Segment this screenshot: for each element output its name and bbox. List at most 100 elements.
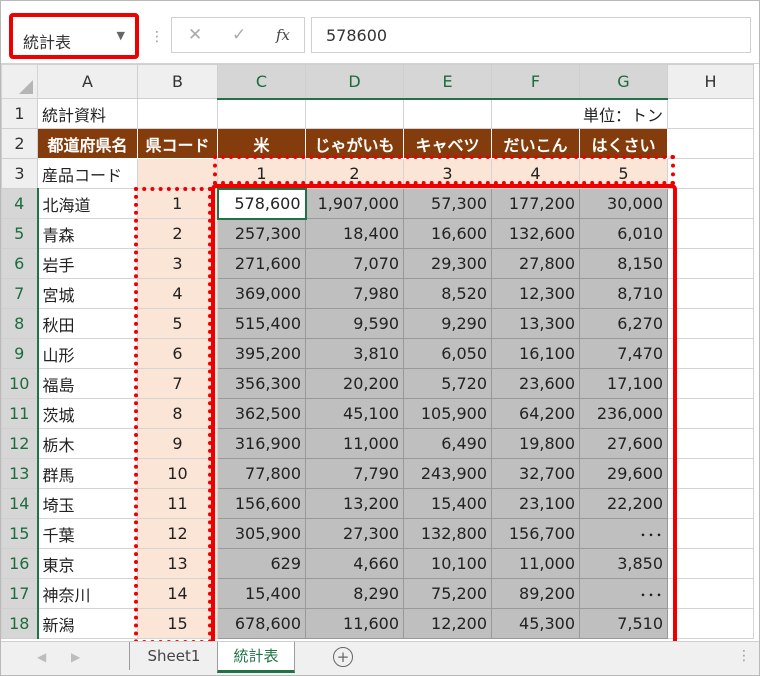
prefecture-code-cell[interactable]: 6 — [137, 338, 218, 369]
data-cell[interactable]: 23,100 — [491, 488, 580, 519]
data-cell[interactable]: 20,200 — [305, 368, 404, 399]
prefecture-cell[interactable]: 群馬 — [37, 458, 138, 489]
data-cell[interactable]: 6,050 — [403, 338, 492, 369]
prefecture-code-cell[interactable]: 8 — [137, 398, 218, 429]
data-cell[interactable]: 11,000 — [305, 428, 404, 459]
data-cell[interactable]: 6,270 — [579, 308, 668, 339]
data-cell[interactable]: 1,907,000 — [305, 188, 404, 219]
data-cell[interactable]: 7,980 — [305, 278, 404, 309]
cell-h-empty[interactable] — [667, 578, 754, 609]
data-cell[interactable]: 17,100 — [579, 368, 668, 399]
data-cell[interactable]: 27,800 — [491, 248, 580, 279]
data-cell[interactable]: 27,300 — [305, 518, 404, 549]
data-cell[interactable]: 16,600 — [403, 218, 492, 249]
cell-product-code-label[interactable]: 産品コード — [37, 158, 138, 189]
cell-h3[interactable] — [667, 158, 754, 189]
data-cell[interactable]: 18,400 — [305, 218, 404, 249]
prefecture-code-cell[interactable]: 3 — [137, 248, 218, 279]
insert-function-icon[interactable]: fx — [276, 26, 290, 44]
data-cell[interactable]: 7,070 — [305, 248, 404, 279]
data-cell[interactable]: 15,400 — [403, 488, 492, 519]
row-header-2[interactable]: 2 — [1, 128, 38, 159]
tab-sheet1[interactable]: Sheet1 — [129, 642, 218, 670]
column-header-a[interactable]: A — [37, 64, 138, 99]
data-cell[interactable]: 89,200 — [491, 578, 580, 609]
data-cell[interactable]: 257,300 — [217, 218, 306, 249]
data-cell[interactable]: 29,300 — [403, 248, 492, 279]
header-cell[interactable]: だいこん — [491, 128, 580, 159]
prefecture-cell[interactable]: 埼玉 — [37, 488, 138, 519]
data-cell[interactable]: 13,300 — [491, 308, 580, 339]
data-cell[interactable]: 10,100 — [403, 548, 492, 579]
prefecture-cell[interactable]: 新潟 — [37, 608, 138, 639]
column-header-d[interactable]: D — [305, 64, 404, 100]
cell-h-empty[interactable] — [667, 368, 754, 399]
header-cell[interactable]: キャベツ — [403, 128, 492, 159]
data-cell[interactable]: ･･･ — [579, 578, 668, 609]
row-header[interactable]: 4 — [1, 188, 39, 219]
prefecture-code-cell[interactable]: 2 — [137, 218, 218, 249]
prefecture-cell[interactable]: 福島 — [37, 368, 138, 399]
data-cell[interactable]: 395,200 — [217, 338, 306, 369]
data-cell[interactable]: 8,520 — [403, 278, 492, 309]
data-cell[interactable]: 29,600 — [579, 458, 668, 489]
prefecture-code-cell[interactable]: 5 — [137, 308, 218, 339]
data-cell[interactable]: 7,470 — [579, 338, 668, 369]
cell-empty[interactable] — [137, 98, 218, 129]
cell-h2[interactable] — [667, 128, 754, 159]
cell-h-empty[interactable] — [667, 188, 754, 219]
name-box[interactable]: 統計表 ▼ — [9, 13, 139, 59]
data-cell[interactable]: 132,600 — [491, 218, 580, 249]
cell-h-empty[interactable] — [667, 458, 754, 489]
data-cell[interactable]: 271,600 — [217, 248, 306, 279]
header-cell[interactable]: はくさい — [579, 128, 668, 159]
tab-statistics[interactable]: 統計表 — [217, 642, 295, 673]
data-cell[interactable]: 678,600 — [217, 608, 306, 639]
prefecture-code-cell[interactable]: 4 — [137, 278, 218, 309]
column-header-f[interactable]: F — [491, 64, 580, 100]
prefecture-cell[interactable]: 秋田 — [37, 308, 138, 339]
header-cell[interactable]: じゃがいも — [305, 128, 404, 159]
prefecture-code-cell[interactable]: 1 — [137, 188, 218, 219]
data-cell[interactable]: 132,800 — [403, 518, 492, 549]
data-cell[interactable]: 75,200 — [403, 578, 492, 609]
data-cell[interactable]: 32,700 — [491, 458, 580, 489]
prefecture-code-cell[interactable]: 13 — [137, 548, 218, 579]
data-cell[interactable]: 515,400 — [217, 308, 306, 339]
formula-input[interactable]: 578600 — [311, 17, 751, 53]
product-code-cell[interactable]: 3 — [403, 158, 492, 189]
column-header-c[interactable]: C — [217, 64, 306, 100]
cell-h-empty[interactable] — [667, 218, 754, 249]
cell-h-empty[interactable] — [667, 488, 754, 519]
row-header-1[interactable]: 1 — [1, 98, 38, 129]
row-header-3[interactable]: 3 — [1, 158, 38, 189]
prefecture-cell[interactable]: 山形 — [37, 338, 138, 369]
row-header[interactable]: 6 — [1, 248, 39, 279]
row-header[interactable]: 15 — [1, 518, 39, 549]
row-header[interactable]: 8 — [1, 308, 39, 339]
column-header-g[interactable]: G — [579, 64, 668, 100]
data-cell[interactable]: 13,200 — [305, 488, 404, 519]
data-cell[interactable]: 3,810 — [305, 338, 404, 369]
column-header-h[interactable]: H — [667, 64, 754, 99]
prefecture-code-cell[interactable]: 12 — [137, 518, 218, 549]
data-cell[interactable]: 316,900 — [217, 428, 306, 459]
cell-b3[interactable] — [137, 158, 218, 189]
data-cell[interactable]: 19,800 — [491, 428, 580, 459]
cell-empty[interactable] — [305, 98, 404, 129]
prefecture-code-cell[interactable]: 15 — [137, 608, 218, 639]
cell-empty[interactable] — [217, 98, 306, 129]
row-header[interactable]: 17 — [1, 578, 39, 609]
data-cell[interactable]: 30,000 — [579, 188, 668, 219]
row-header[interactable]: 16 — [1, 548, 39, 579]
data-cell[interactable]: 8,290 — [305, 578, 404, 609]
row-header[interactable]: 18 — [1, 608, 39, 639]
product-code-cell[interactable]: 2 — [305, 158, 404, 189]
row-header[interactable]: 12 — [1, 428, 39, 459]
cell-h1[interactable] — [667, 98, 754, 129]
header-cell[interactable]: 米 — [217, 128, 306, 159]
cell-h-empty[interactable] — [667, 548, 754, 579]
data-cell[interactable]: 23,600 — [491, 368, 580, 399]
chevron-down-icon[interactable]: ▼ — [117, 29, 125, 42]
prefecture-cell[interactable]: 青森 — [37, 218, 138, 249]
